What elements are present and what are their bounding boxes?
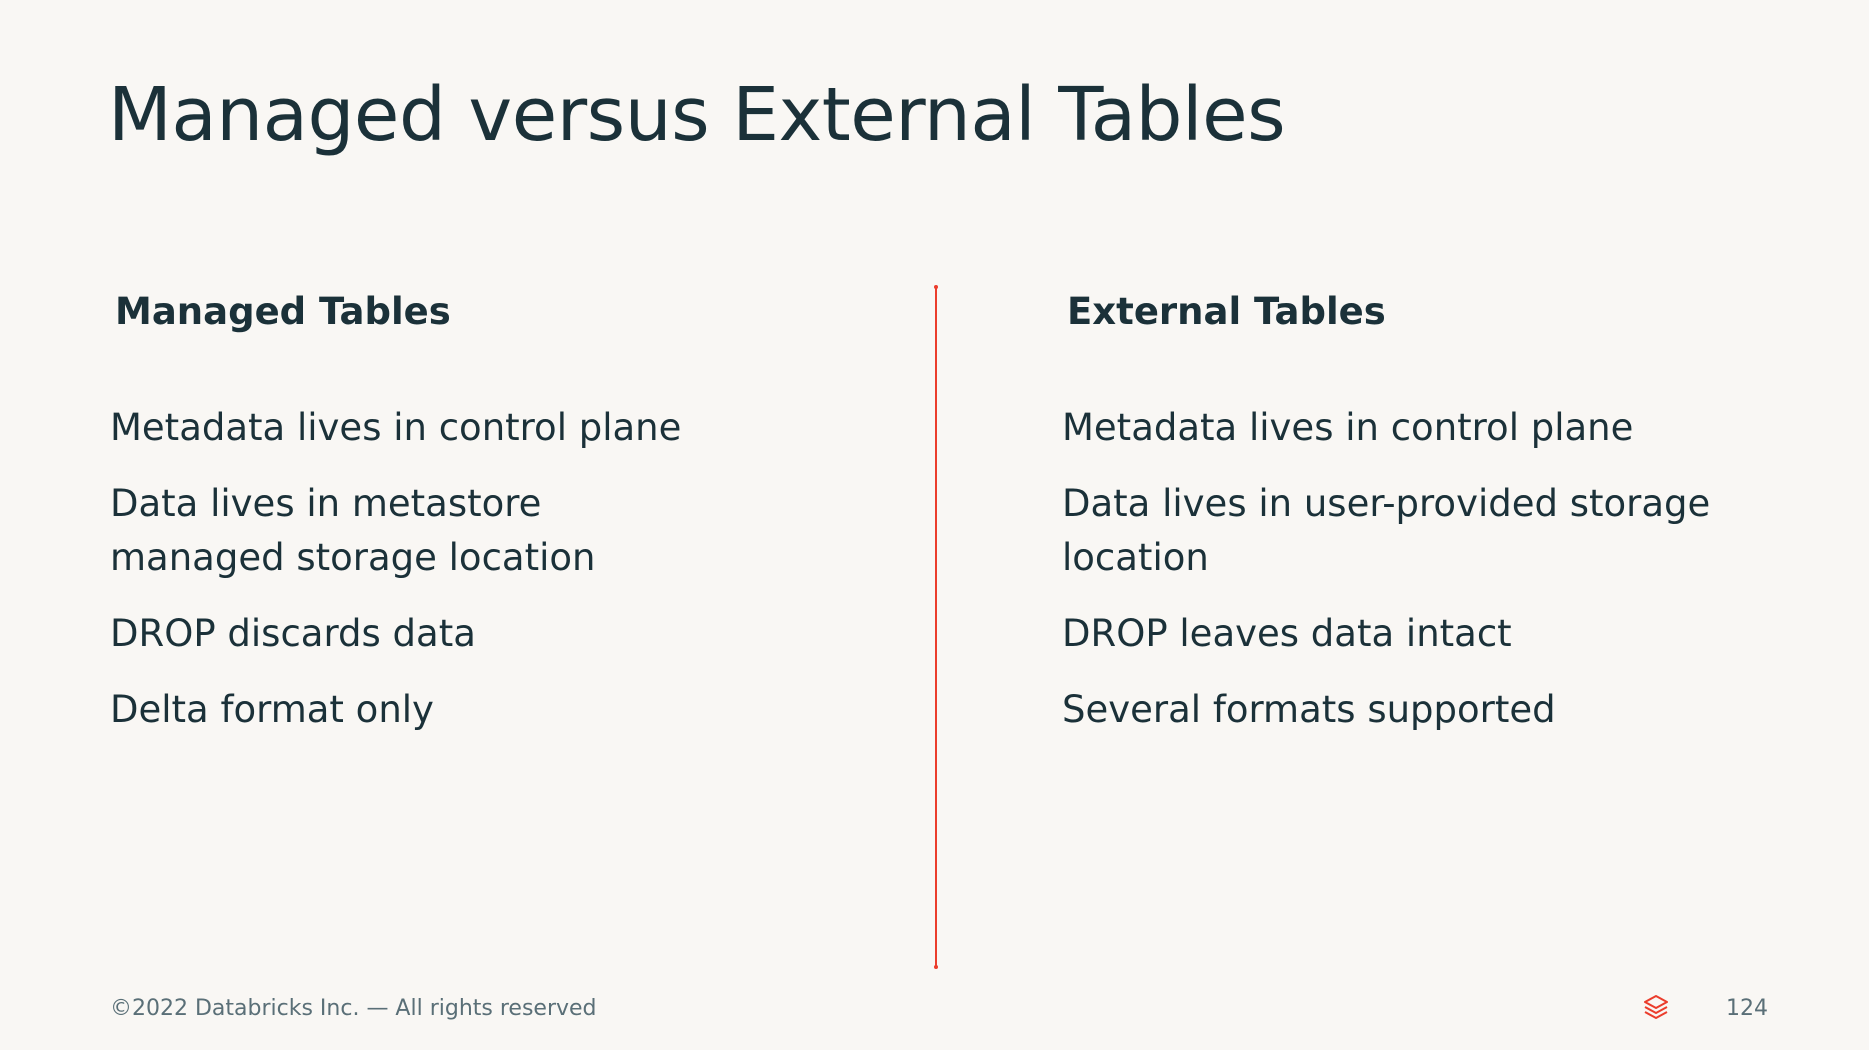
page-title: Managed versus External Tables bbox=[108, 72, 1286, 158]
slide: Managed versus External Tables Managed T… bbox=[0, 0, 1869, 1050]
managed-point-data-location: Data lives in metastore managed storage … bbox=[110, 482, 596, 579]
external-point-formats: Several formats supported bbox=[1062, 688, 1556, 731]
external-tables-column: External Tables Metadata lives in contro… bbox=[1062, 290, 1782, 759]
footer-copyright: ©2022 Databricks Inc. — All rights reser… bbox=[110, 996, 597, 1021]
databricks-stack-icon bbox=[1644, 995, 1668, 1019]
external-point-data-location: Data lives in user-provided storage loca… bbox=[1062, 482, 1711, 579]
managed-tables-heading: Managed Tables bbox=[115, 290, 451, 333]
managed-point-drop: DROP discards data bbox=[110, 612, 476, 655]
column-divider bbox=[934, 285, 938, 969]
managed-point-metadata: Metadata lives in control plane bbox=[110, 406, 682, 449]
external-point-drop: DROP leaves data intact bbox=[1062, 612, 1512, 655]
external-tables-heading: External Tables bbox=[1067, 290, 1386, 333]
managed-tables-column: Managed Tables Metadata lives in control… bbox=[110, 290, 830, 759]
page-number: 124 bbox=[1726, 996, 1768, 1021]
managed-point-format: Delta format only bbox=[110, 688, 434, 731]
external-point-metadata: Metadata lives in control plane bbox=[1062, 406, 1634, 449]
